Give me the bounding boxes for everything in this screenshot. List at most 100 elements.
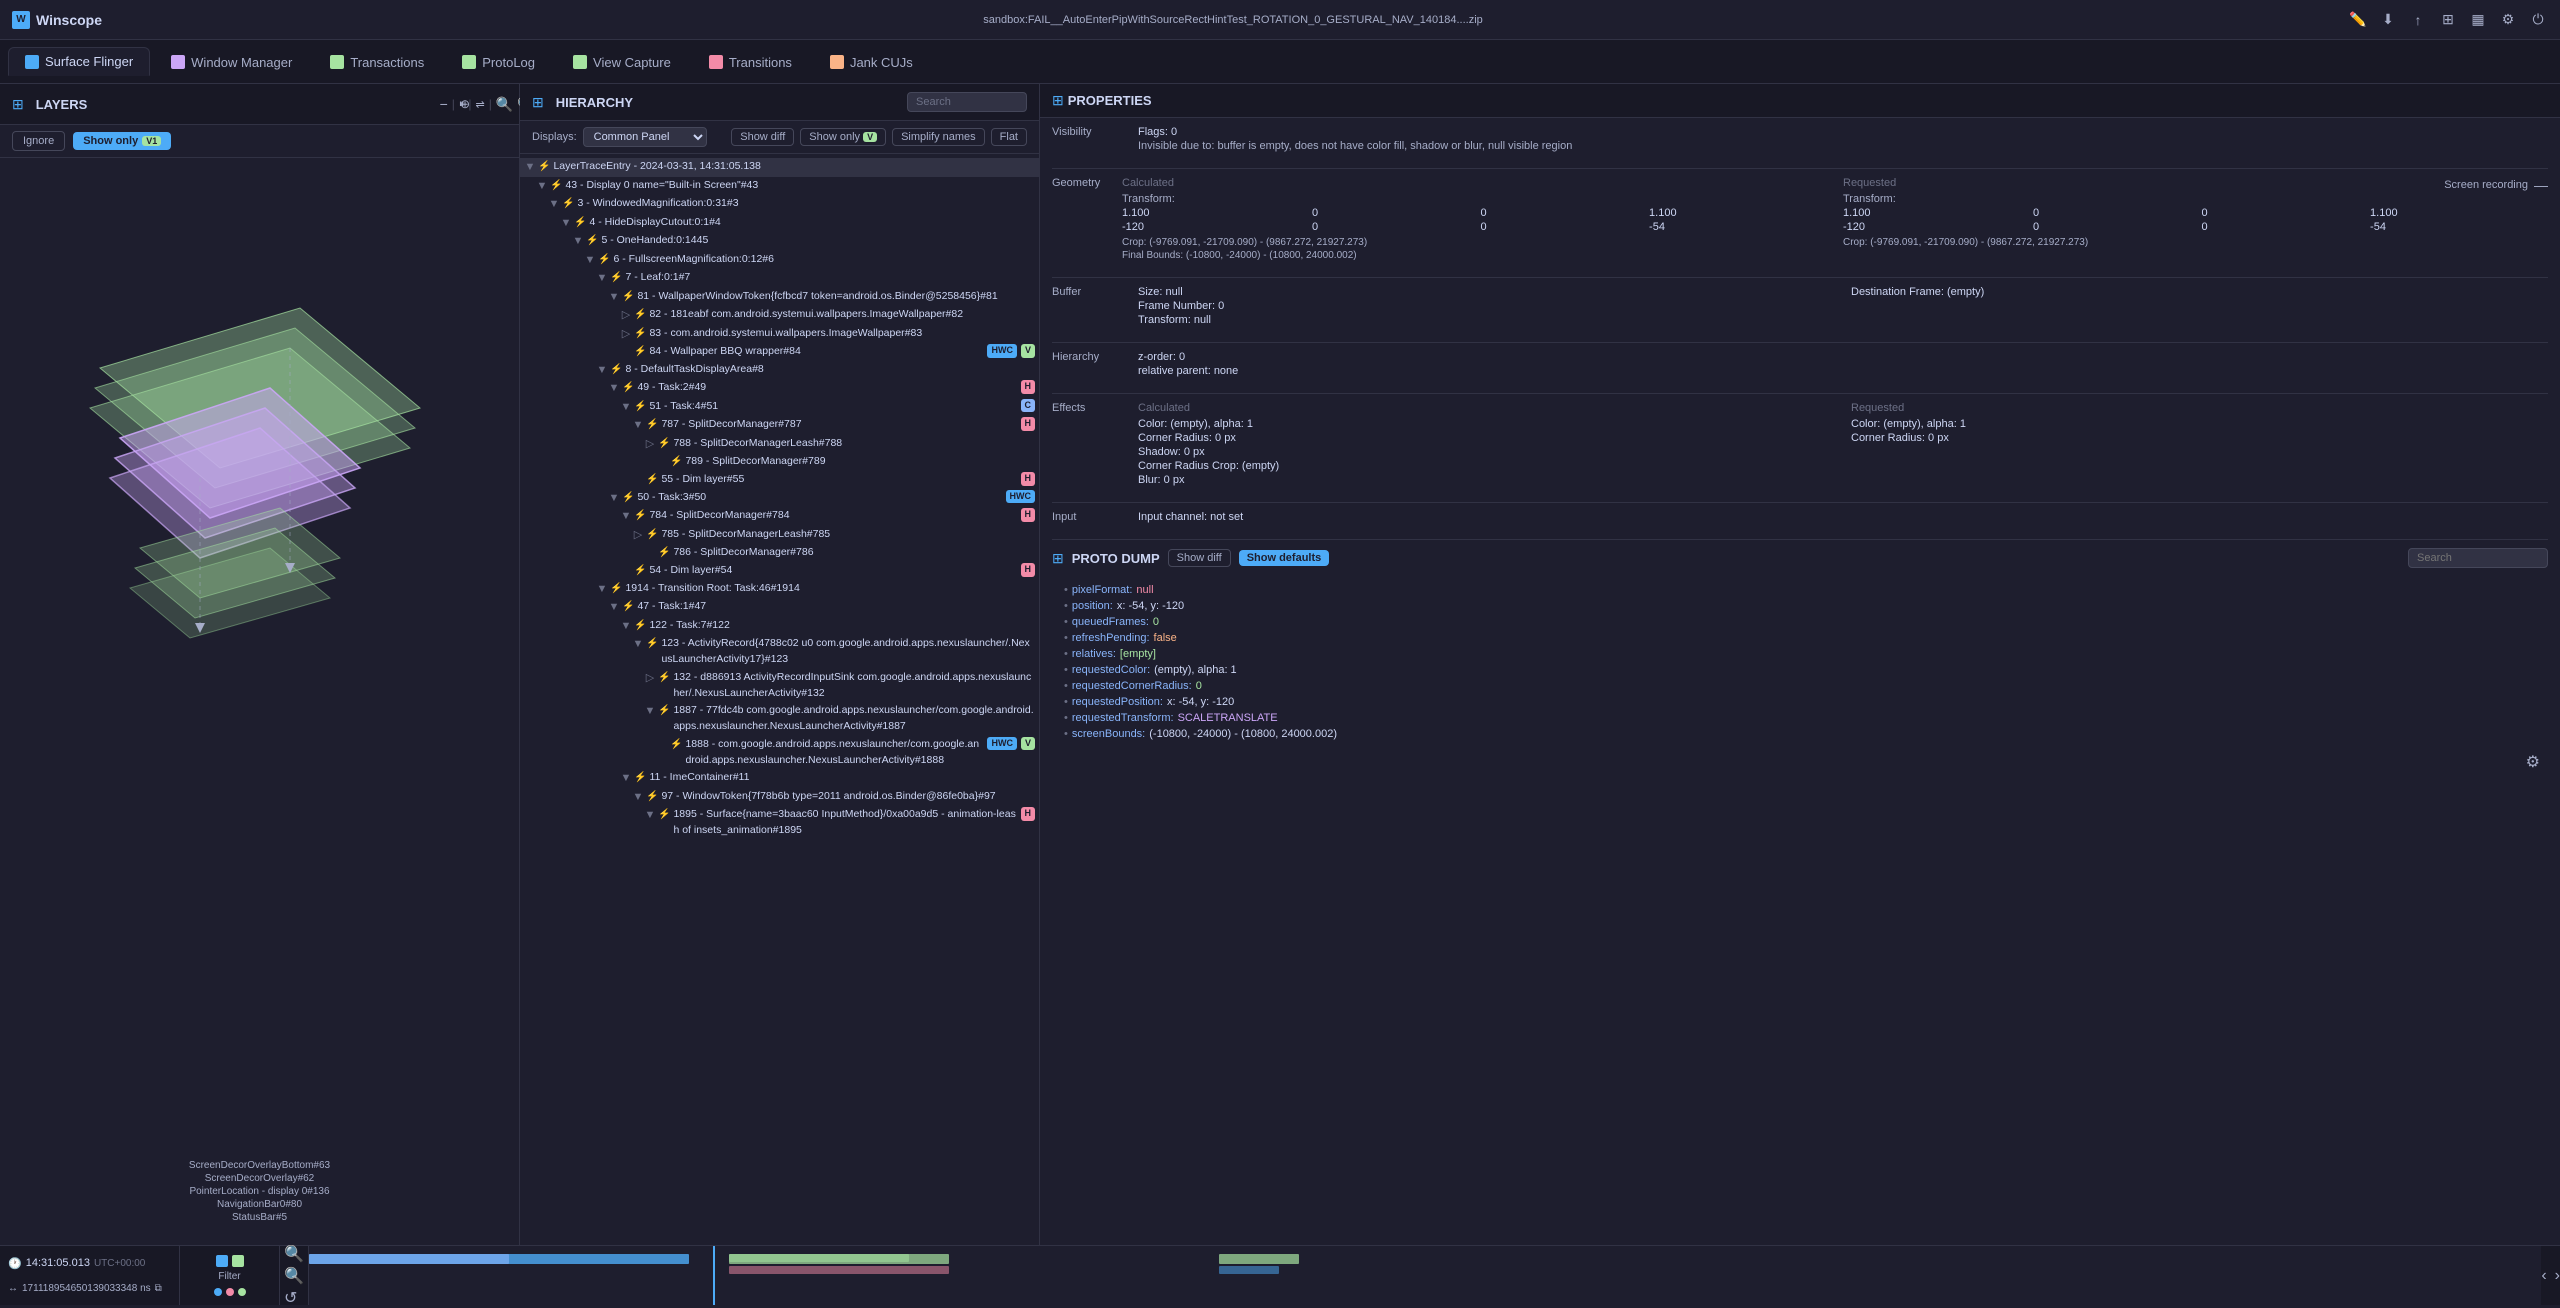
tree-item[interactable]: ▼⚡3 - WindowedMagnification:0:31#3 <box>520 195 1039 214</box>
tree-arrow[interactable]: ▼ <box>632 636 644 653</box>
tree-arrow[interactable]: ▼ <box>608 490 620 507</box>
copy-icon[interactable]: ⧉ <box>155 1283 162 1294</box>
tree-item[interactable]: ▼⚡LayerTraceEntry - 2024-03-31, 14:31:05… <box>520 158 1039 177</box>
filter-green[interactable] <box>232 1255 244 1267</box>
tab-surface-flinger[interactable]: Surface Flinger <box>8 47 150 76</box>
tree-item[interactable]: ▼⚡43 - Display 0 name="Built-in Screen"#… <box>520 177 1039 196</box>
edit-icon[interactable]: ✏️ <box>2348 10 2368 30</box>
show-only-button[interactable]: Show only V1 <box>73 132 171 150</box>
tab-view-capture[interactable]: View Capture <box>556 48 688 76</box>
tree-arrow[interactable]: ▼ <box>572 233 584 250</box>
tree-item[interactable]: ▷⚡785 - SplitDecorManagerLeash#785 <box>520 526 1039 545</box>
tree-arrow[interactable]: ▼ <box>548 196 560 213</box>
tree-item[interactable]: ⚡55 - Dim layer#55H <box>520 471 1039 489</box>
proto-search[interactable] <box>2408 548 2548 568</box>
download-icon[interactable]: ⬇ <box>2378 10 2398 30</box>
tree-arrow[interactable]: ▼ <box>596 362 608 379</box>
tree-item[interactable]: ▼⚡50 - Task:3#50HWC <box>520 489 1039 508</box>
flat-button[interactable]: Flat <box>991 128 1027 146</box>
tree-arrow[interactable]: ▼ <box>632 789 644 806</box>
tree-item[interactable]: ▼⚡1887 - 77fdc4b com.google.android.apps… <box>520 702 1039 736</box>
show-diff-proto-button[interactable]: Show diff <box>1168 549 1231 567</box>
tree-arrow[interactable]: ▼ <box>620 618 632 635</box>
hierarchy-search[interactable] <box>907 92 1027 112</box>
tree-arrow[interactable]: ▷ <box>632 527 644 544</box>
tree-arrow[interactable]: ▼ <box>584 252 596 269</box>
tree-item[interactable]: ▼⚡97 - WindowToken{7f78b6b type=2011 and… <box>520 788 1039 807</box>
next-icon[interactable]: › <box>2555 1267 2560 1285</box>
tree-arrow[interactable]: ▼ <box>596 581 608 598</box>
tree-arrow[interactable]: ▼ <box>596 270 608 287</box>
tree-arrow[interactable]: ▷ <box>620 326 632 343</box>
show-defaults-proto-button[interactable]: Show defaults <box>1239 550 1330 566</box>
prev-icon[interactable]: ‹ <box>2541 1267 2546 1285</box>
tree-item[interactable]: ▼⚡47 - Task:1#47 <box>520 598 1039 617</box>
filter-blue[interactable] <box>216 1255 228 1267</box>
show-diff-button[interactable]: Show diff <box>731 128 794 146</box>
tree-item[interactable]: ▷⚡788 - SplitDecorManagerLeash#788 <box>520 435 1039 454</box>
tree-item[interactable]: ▼⚡51 - Task:4#51C <box>520 398 1039 417</box>
tree-item[interactable]: ▼⚡4 - HideDisplayCutout:0:1#4 <box>520 214 1039 233</box>
tree-item[interactable]: ▼⚡81 - WallpaperWindowToken{fcfbcd7 toke… <box>520 288 1039 307</box>
tree-item[interactable]: ⚡789 - SplitDecorManager#789 <box>520 453 1039 471</box>
tree-arrow[interactable]: ▼ <box>620 770 632 787</box>
tree-item[interactable]: ▼⚡787 - SplitDecorManager#787H <box>520 416 1039 435</box>
zoom-out-icon[interactable]: 🔍 <box>284 1266 304 1286</box>
zoom-minus-icon[interactable]: 🔍 <box>496 96 513 113</box>
ignore-button[interactable]: Ignore <box>12 131 65 151</box>
show-only-hier-button[interactable]: Show only V <box>800 128 886 146</box>
tree-arrow[interactable]: ▷ <box>620 307 632 324</box>
hierarchy-tree[interactable]: ▼⚡LayerTraceEntry - 2024-03-31, 14:31:05… <box>520 154 1039 1245</box>
tree-arrow[interactable]: ▼ <box>632 417 644 434</box>
timeline-filter[interactable]: Filter <box>180 1246 280 1305</box>
share-icon[interactable]: ↑ <box>2408 10 2428 30</box>
tree-item[interactable]: ⚡84 - Wallpaper BBQ wrapper#84HWCV <box>520 343 1039 361</box>
displays-select[interactable]: Common Panel <box>583 127 707 147</box>
tree-arrow[interactable]: ▼ <box>536 178 548 195</box>
tree-arrow[interactable]: ▼ <box>560 215 572 232</box>
tree-item[interactable]: ▼⚡784 - SplitDecorManager#784H <box>520 507 1039 526</box>
camera-icon[interactable]: ▦ <box>2468 10 2488 30</box>
tree-item[interactable]: ▼⚡6 - FullscreenMagnification:0:12#6 <box>520 251 1039 270</box>
tree-arrow[interactable]: ▼ <box>524 159 536 176</box>
tree-item[interactable]: ▼⚡8 - DefaultTaskDisplayArea#8 <box>520 361 1039 380</box>
close-recording-icon[interactable]: — <box>2534 177 2548 193</box>
timeline-icon[interactable]: ⏸ <box>459 98 465 111</box>
tree-arrow[interactable]: ▼ <box>620 399 632 416</box>
tree-item[interactable]: ⚡54 - Dim layer#54H <box>520 562 1039 580</box>
minus-icon[interactable]: − <box>440 96 448 112</box>
proto-settings-icon[interactable]: ⚙ <box>2526 752 2540 772</box>
settings-icon[interactable]: ⚙ <box>2498 10 2518 30</box>
tree-arrow[interactable]: ▼ <box>608 599 620 616</box>
simplify-names-button[interactable]: Simplify names <box>892 128 985 146</box>
tree-item[interactable]: ▼⚡49 - Task:2#49H <box>520 379 1039 398</box>
tree-item[interactable]: ▼⚡1914 - Transition Root: Task:46#1914 <box>520 580 1039 599</box>
tree-arrow[interactable]: ▼ <box>620 508 632 525</box>
tree-arrow[interactable]: ▼ <box>644 703 656 720</box>
tree-item[interactable]: ▷⚡83 - com.android.systemui.wallpapers.I… <box>520 325 1039 344</box>
tab-protolog[interactable]: ProtoLog <box>445 48 552 76</box>
tab-transactions[interactable]: Transactions <box>313 48 441 76</box>
tree-arrow[interactable]: ▼ <box>608 380 620 397</box>
expand-icon[interactable]: ⊞ <box>2438 10 2458 30</box>
tree-arrow[interactable]: ▼ <box>608 289 620 306</box>
tab-jank-cujs[interactable]: Jank CUJs <box>813 48 930 76</box>
arrows-icon[interactable]: ⇌ <box>476 98 485 111</box>
tree-arrow[interactable]: ▼ <box>644 807 656 824</box>
timeline-main[interactable] <box>309 1246 2541 1305</box>
layers-target-icon[interactable]: ⊕ <box>453 92 477 116</box>
tree-item[interactable]: ▼⚡5 - OneHanded:0:1445 <box>520 232 1039 251</box>
tree-arrow[interactable]: ▷ <box>644 670 656 687</box>
zoom-in-icon[interactable]: 🔍 <box>284 1244 304 1264</box>
tree-item[interactable]: ▼⚡122 - Task:7#122 <box>520 617 1039 636</box>
tab-transitions[interactable]: Transitions <box>692 48 809 76</box>
tree-item[interactable]: ⚡1888 - com.google.android.apps.nexuslau… <box>520 736 1039 770</box>
tree-item[interactable]: ▼⚡1895 - Surface{name=3baac60 InputMetho… <box>520 806 1039 840</box>
tree-item[interactable]: ▼⚡123 - ActivityRecord{4788c02 u0 com.go… <box>520 635 1039 669</box>
tree-item[interactable]: ▷⚡132 - d886913 ActivityRecordInputSink … <box>520 669 1039 703</box>
tree-item[interactable]: ⚡786 - SplitDecorManager#786 <box>520 544 1039 562</box>
tab-window-manager[interactable]: Window Manager <box>154 48 309 76</box>
tree-item[interactable]: ▼⚡11 - ImeContainer#11 <box>520 769 1039 788</box>
tree-item[interactable]: ▼⚡7 - Leaf:0:1#7 <box>520 269 1039 288</box>
tree-item[interactable]: ▷⚡82 - 181eabf com.android.systemui.wall… <box>520 306 1039 325</box>
